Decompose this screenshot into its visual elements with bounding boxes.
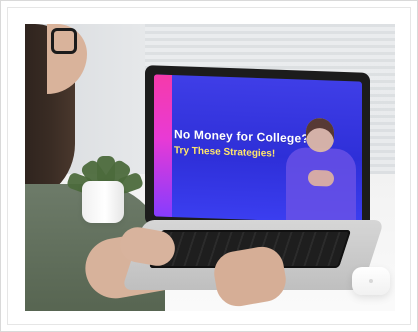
image-frame: No Money for College? Try These Strategi… — [0, 0, 418, 332]
screen-person-head — [306, 117, 334, 153]
screen-accent-stripe — [154, 74, 172, 217]
laptop-screen: No Money for College? Try These Strategi… — [154, 74, 362, 224]
screen-subtitle: Try These Strategies! — [174, 145, 276, 160]
plant-pot — [82, 181, 124, 223]
earbuds-case — [352, 267, 390, 295]
screen-person — [286, 117, 356, 224]
photo: No Money for College? Try These Strategi… — [25, 24, 395, 311]
earbuds-indicator-dot — [369, 279, 373, 283]
screen-person-hands — [308, 169, 334, 187]
eyeglasses — [51, 28, 77, 54]
